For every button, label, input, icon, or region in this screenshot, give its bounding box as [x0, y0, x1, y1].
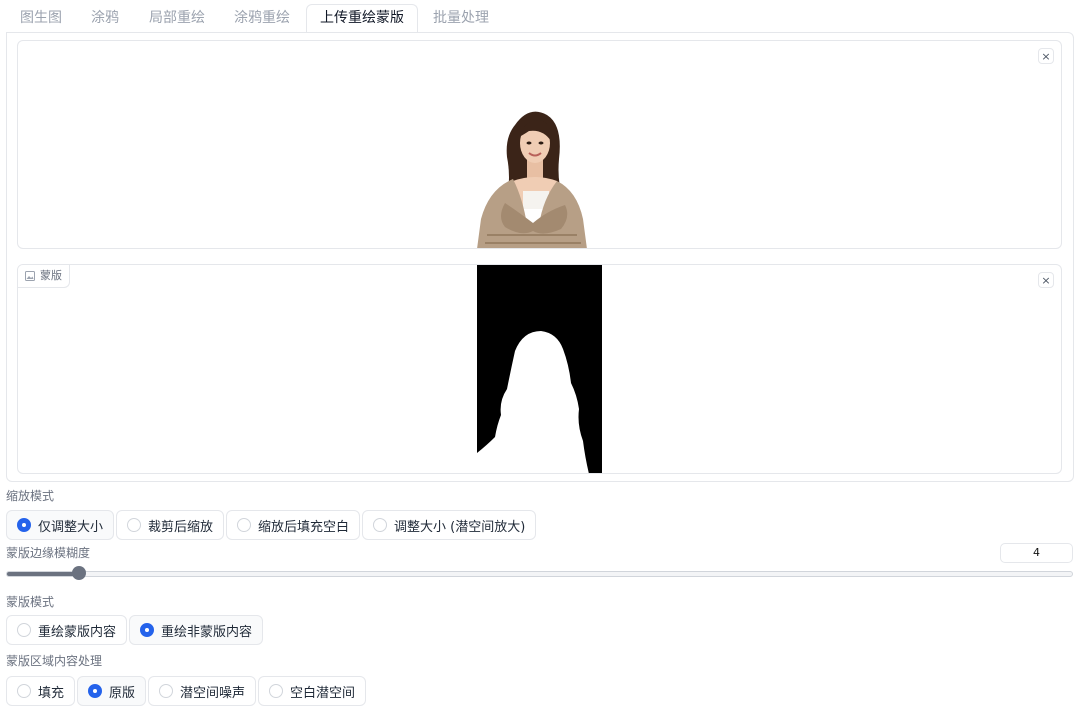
- mask-blur-slider-fill: [7, 572, 80, 576]
- resize-option-resize-fill[interactable]: 缩放后填充空白: [226, 510, 361, 540]
- mask-mode-option-label: 重绘非蒙版内容: [161, 624, 253, 640]
- radio-dot-checked: [88, 684, 103, 698]
- tab-inpaint-upload[interactable]: 上传重绘蒙版: [306, 4, 418, 33]
- resize-option-crop-resize[interactable]: 裁剪后缩放: [116, 510, 225, 540]
- tab-inpaint-sketch[interactable]: 涂鸦重绘: [220, 5, 304, 32]
- masked-content-option-label: 原版: [109, 685, 136, 701]
- mask-mode-option-label: 重绘蒙版内容: [38, 624, 117, 640]
- uploaded-mask-image: [477, 265, 602, 473]
- radio-dot-unchecked: [237, 518, 252, 532]
- radio-dot-unchecked: [127, 518, 142, 532]
- mask-mode-inpaint-not-masked[interactable]: 重绘非蒙版内容: [129, 615, 264, 645]
- close-mask-button[interactable]: ×: [1038, 272, 1054, 288]
- radio-dot-unchecked: [269, 684, 284, 698]
- uploaded-portrait-image: [477, 111, 587, 248]
- masked-content-latent-nothing[interactable]: 空白潜空间: [258, 676, 367, 706]
- radio-dot-unchecked: [159, 684, 174, 698]
- radio-dot-unchecked: [17, 623, 31, 637]
- image-upload-box[interactable]: ×: [17, 40, 1062, 249]
- masked-content-fill[interactable]: 填充: [6, 676, 76, 706]
- mask-mode-label: 蒙版模式: [6, 595, 55, 609]
- masked-content-label: 蒙版区域内容处理: [6, 654, 103, 668]
- radio-dot-checked: [17, 518, 31, 532]
- mask-mode-inpaint-masked[interactable]: 重绘蒙版内容: [6, 615, 128, 645]
- resize-option-label: 裁剪后缩放: [148, 519, 214, 535]
- resize-option-latent-upscale[interactable]: 调整大小 (潜空间放大): [362, 510, 537, 540]
- mask-label-text: 蒙版: [40, 269, 62, 282]
- resize-mode-radio-group: 仅调整大小 裁剪后缩放 缩放后填充空白 调整大小 (潜空间放大): [6, 510, 537, 540]
- resize-option-just-resize[interactable]: 仅调整大小: [6, 510, 115, 540]
- radio-dot-unchecked: [17, 684, 31, 698]
- tab-bar: 图生图 涂鸦 局部重绘 涂鸦重绘 上传重绘蒙版 批量处理: [6, 0, 1074, 33]
- mask-blur-slider-thumb[interactable]: [71, 566, 86, 580]
- tab-img2img[interactable]: 图生图: [6, 5, 76, 32]
- mask-mode-radio-group: 重绘蒙版内容 重绘非蒙版内容: [6, 615, 264, 645]
- mask-blur-number-input[interactable]: 4: [1000, 543, 1073, 563]
- masked-content-option-label: 潜空间噪声: [180, 685, 246, 701]
- image-icon: [25, 271, 35, 281]
- resize-option-label: 缩放后填充空白: [258, 519, 350, 535]
- masked-content-option-label: 空白潜空间: [290, 685, 356, 701]
- mask-upload-box[interactable]: 蒙版 ×: [17, 264, 1062, 474]
- tab-batch[interactable]: 批量处理: [420, 5, 502, 32]
- mask-blur-slider-track[interactable]: [6, 571, 1073, 577]
- radio-dot-unchecked: [373, 518, 388, 532]
- close-image-button[interactable]: ×: [1038, 48, 1054, 64]
- radio-dot-checked: [140, 623, 155, 637]
- masked-content-original[interactable]: 原版: [77, 676, 147, 706]
- mask-blur-label: 蒙版边缘模糊度: [6, 546, 91, 560]
- masked-content-radio-group: 填充 原版 潜空间噪声 空白潜空间: [6, 676, 367, 706]
- mask-label-badge: 蒙版: [18, 265, 70, 288]
- resize-option-label: 仅调整大小: [38, 519, 104, 535]
- resize-option-label: 调整大小 (潜空间放大): [394, 519, 526, 535]
- masked-content-latent-noise[interactable]: 潜空间噪声: [148, 676, 257, 706]
- tab-sketch[interactable]: 涂鸦: [78, 5, 132, 32]
- masked-content-option-label: 填充: [38, 685, 65, 701]
- tab-inpaint[interactable]: 局部重绘: [136, 5, 218, 32]
- resize-mode-label: 缩放模式: [6, 489, 55, 503]
